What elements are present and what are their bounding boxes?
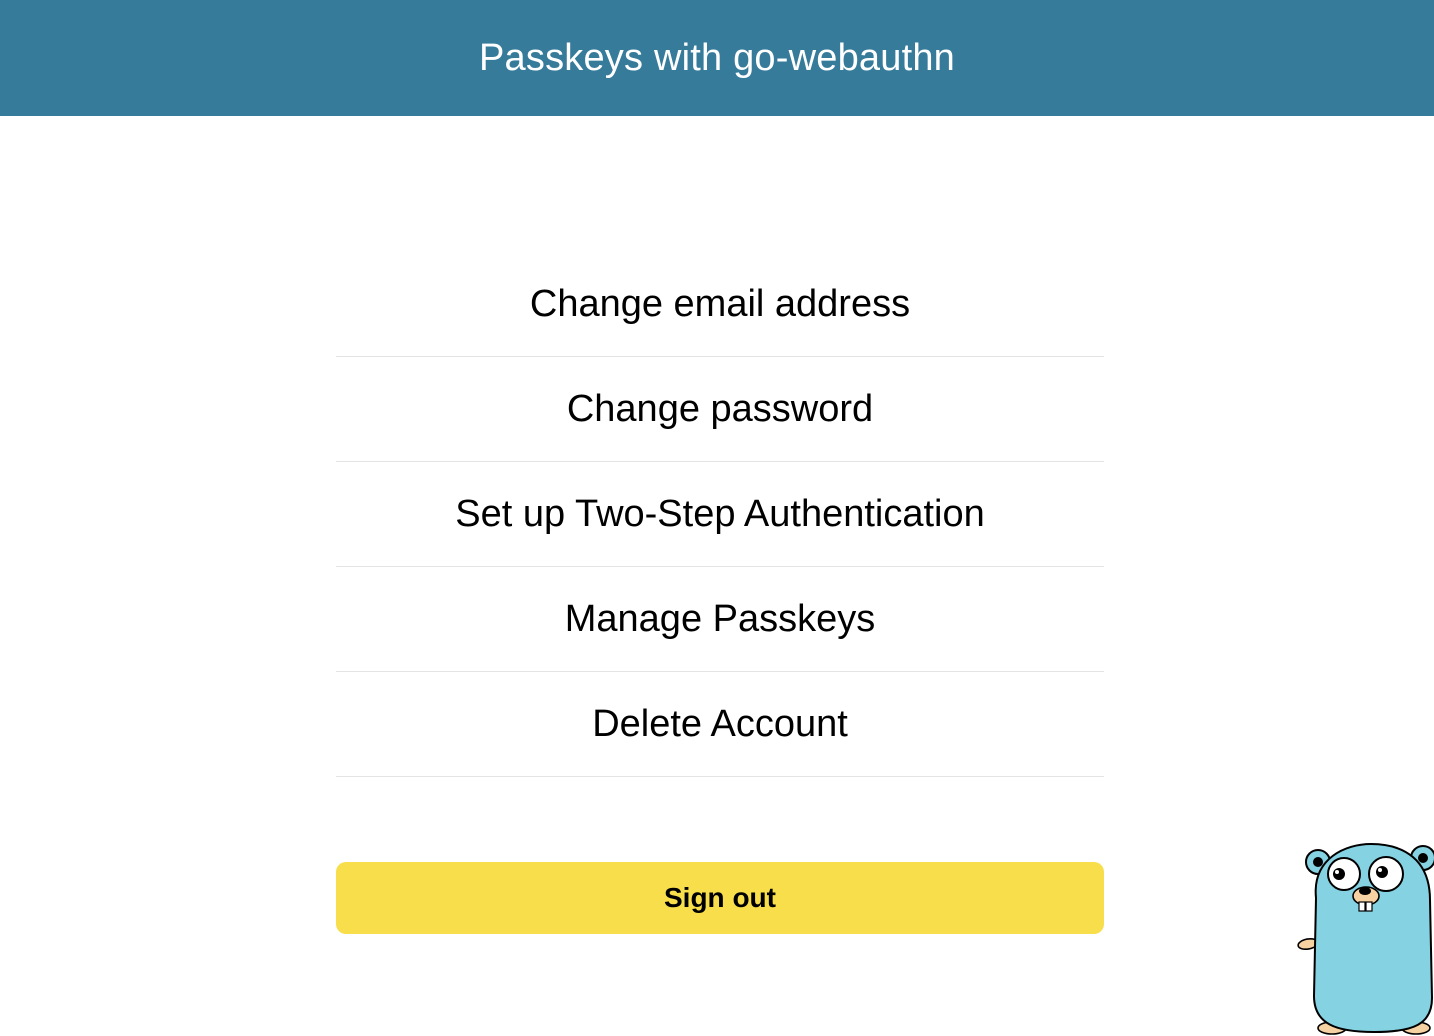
gopher-mascot-icon	[1297, 842, 1434, 1035]
app-title: Passkeys with go-webauthn	[478, 36, 956, 79]
sign-out-button[interactable]: Sign out	[336, 862, 1104, 934]
menu-item-change-password[interactable]: Change password	[336, 357, 1104, 462]
menu-item-label: Set up Two-Step Authentication	[455, 492, 985, 535]
menu-item-label: Change email address	[529, 282, 911, 325]
account-settings-menu: Change email address Change password Set…	[336, 252, 1104, 777]
menu-item-manage-passkeys[interactable]: Manage Passkeys	[336, 567, 1104, 672]
menu-item-delete-account[interactable]: Delete Account	[336, 672, 1104, 777]
menu-item-label: Manage Passkeys	[564, 597, 876, 640]
menu-item-label: Change password	[566, 387, 874, 430]
menu-item-two-step-auth[interactable]: Set up Two-Step Authentication	[336, 462, 1104, 567]
menu-item-label: Delete Account	[592, 702, 848, 745]
app-header: Passkeys with go-webauthn	[0, 0, 1434, 116]
menu-item-change-email[interactable]: Change email address	[336, 252, 1104, 357]
